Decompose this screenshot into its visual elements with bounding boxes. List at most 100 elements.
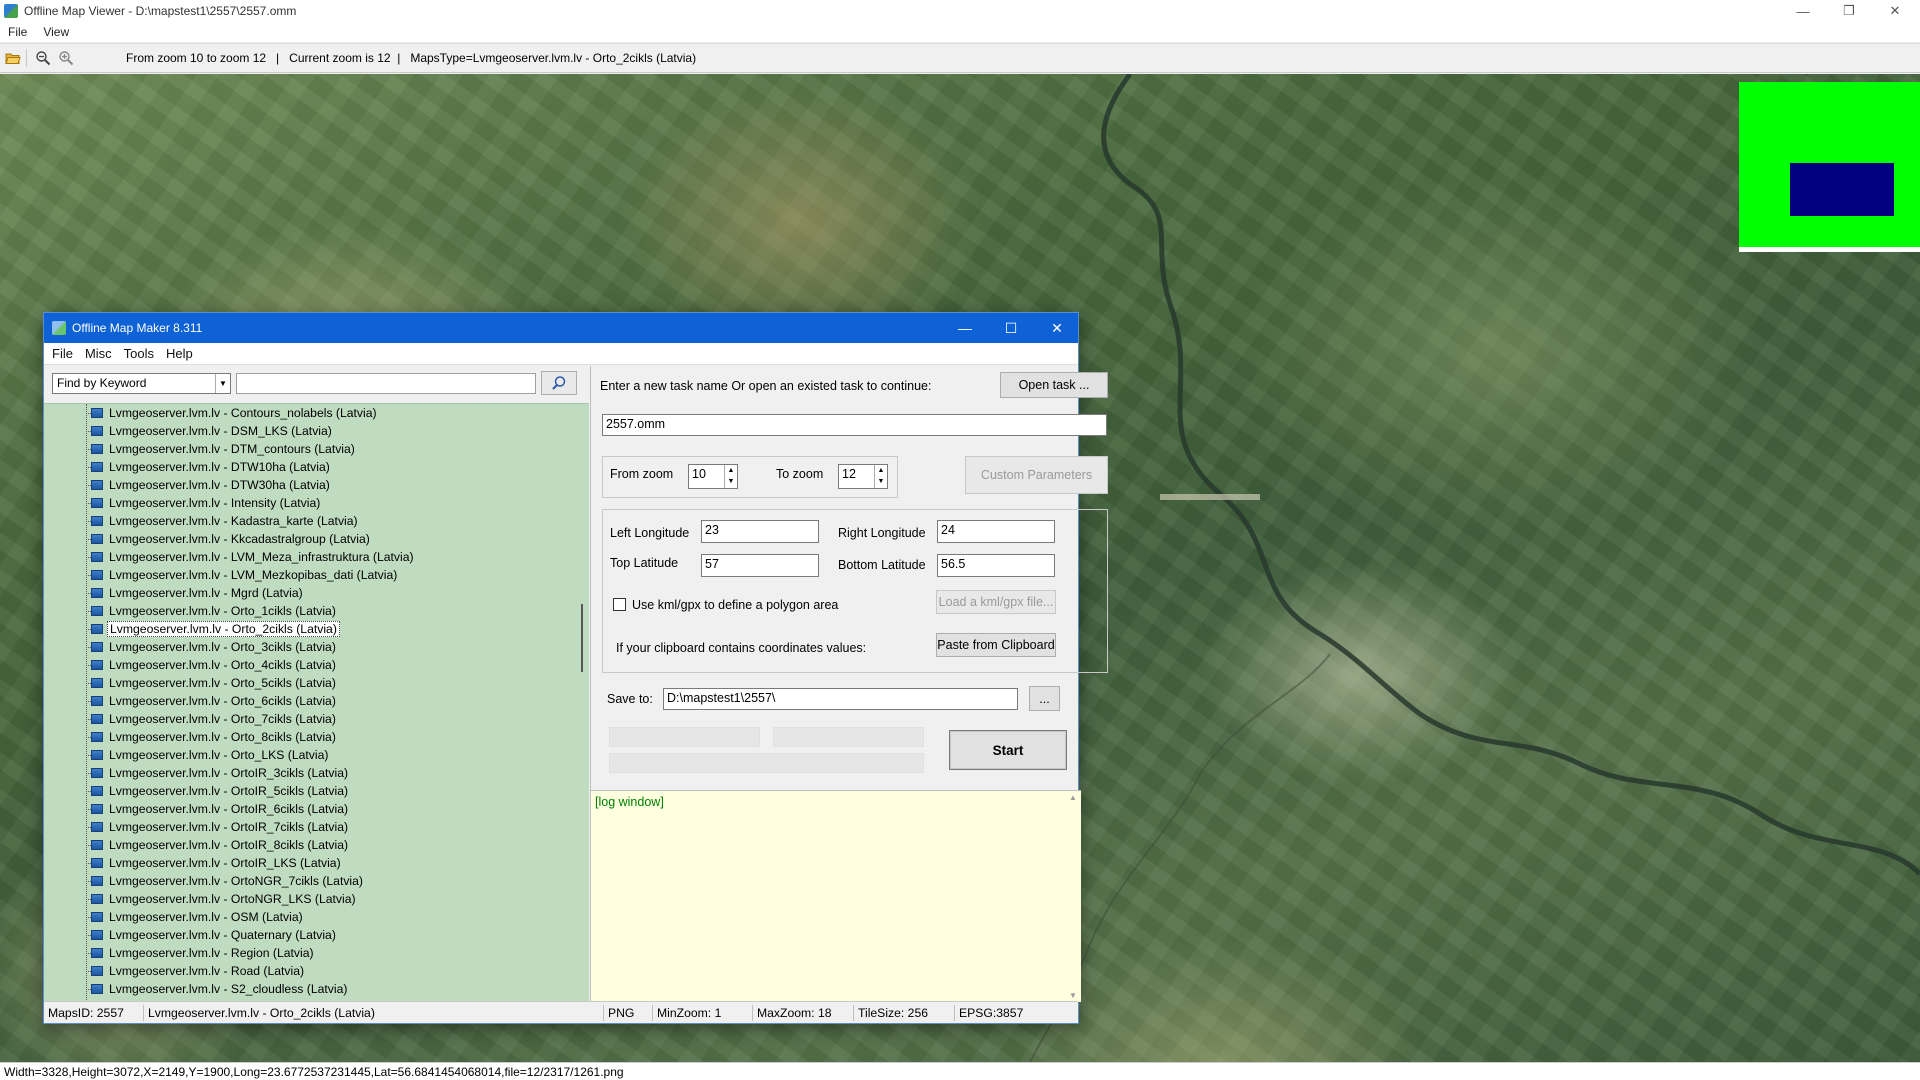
spin-down-icon[interactable]: ▼	[875, 476, 887, 487]
tree-scrollbar[interactable]	[575, 404, 589, 1001]
tree-item[interactable]: Lvmgeoserver.lvm.lv - Mgrd (Latvia)	[44, 584, 416, 602]
tree-item[interactable]: Lvmgeoserver.lvm.lv - Intensity (Latvia)	[44, 494, 416, 512]
bottom-latitude-input[interactable]: 56.5	[937, 554, 1055, 577]
tree-item[interactable]: Lvmgeoserver.lvm.lv - Road (Latvia)	[44, 962, 416, 980]
dialog-menu-file[interactable]: File	[44, 346, 79, 361]
tree-item[interactable]: Lvmgeoserver.lvm.lv - OrtoIR_7cikls (Lat…	[44, 818, 416, 836]
tree-item-label: Lvmgeoserver.lvm.lv - Intensity (Latvia)	[109, 496, 321, 510]
tree-item[interactable]: Lvmgeoserver.lvm.lv - Orto_4cikls (Latvi…	[44, 656, 416, 674]
dialog-menu-help[interactable]: Help	[160, 346, 199, 361]
log-scrollbar[interactable]: ▲ ▼	[1067, 791, 1081, 1002]
menu-file[interactable]: File	[0, 25, 35, 39]
open-task-button[interactable]: Open task ...	[1000, 372, 1108, 398]
tree-item[interactable]: Lvmgeoserver.lvm.lv - Region (Latvia)	[44, 944, 416, 962]
tree-connector	[86, 665, 91, 666]
to-zoom-input[interactable]: 12 ▲ ▼	[838, 464, 888, 489]
tree-item-label: Lvmgeoserver.lvm.lv - OrtoNGR_LKS (Latvi…	[109, 892, 356, 906]
scroll-down-icon[interactable]: ▼	[1069, 991, 1077, 1000]
tree-item[interactable]: Lvmgeoserver.lvm.lv - Kadastra_karte (La…	[44, 512, 416, 530]
dialog-minimize-button[interactable]: —	[943, 313, 987, 343]
tree-item[interactable]: Lvmgeoserver.lvm.lv - DTW10ha (Latvia)	[44, 458, 416, 476]
spin-up-icon[interactable]: ▲	[725, 465, 737, 476]
tree-item[interactable]: Lvmgeoserver.lvm.lv - Kkcadastralgroup (…	[44, 530, 416, 548]
tree-item[interactable]: Lvmgeoserver.lvm.lv - OrtoNGR_LKS (Latvi…	[44, 890, 416, 908]
tree-item-label: Lvmgeoserver.lvm.lv - OrtoIR_7cikls (Lat…	[109, 820, 349, 834]
minimap-viewport[interactable]	[1790, 163, 1894, 216]
save-to-input[interactable]: D:\mapstest1\2557\	[663, 688, 1018, 710]
map-layer-icon	[91, 552, 103, 562]
tree-item[interactable]: Lvmgeoserver.lvm.lv - LVM_Meza_infrastru…	[44, 548, 416, 566]
menu-view[interactable]: View	[35, 25, 77, 39]
start-button[interactable]: Start	[949, 730, 1067, 770]
tree-item[interactable]: Lvmgeoserver.lvm.lv - Orto_5cikls (Latvi…	[44, 674, 416, 692]
paste-clipboard-button[interactable]: Paste from Clipboard	[936, 633, 1056, 657]
tree-item[interactable]: Lvmgeoserver.lvm.lv - Orto_3cikls (Latvi…	[44, 638, 416, 656]
tree-item[interactable]: Lvmgeoserver.lvm.lv - OrtoIR_5cikls (Lat…	[44, 782, 416, 800]
tree-item[interactable]: Lvmgeoserver.lvm.lv - Orto_2cikls (Latvi…	[44, 620, 416, 638]
right-longitude-input[interactable]: 24	[937, 520, 1055, 543]
tree-scroll-thumb[interactable]	[581, 604, 583, 672]
tree-item[interactable]: Lvmgeoserver.lvm.lv - Orto_1cikls (Latvi…	[44, 602, 416, 620]
tree-connector	[86, 611, 91, 612]
tree-item[interactable]: Lvmgeoserver.lvm.lv - Orto_7cikls (Latvi…	[44, 710, 416, 728]
zoom-out-icon[interactable]	[33, 48, 53, 68]
close-button[interactable]: ✕	[1872, 0, 1918, 22]
browse-button[interactable]: ...	[1029, 686, 1060, 711]
tree-item[interactable]: Lvmgeoserver.lvm.lv - DSM_LKS (Latvia)	[44, 422, 416, 440]
tree-item[interactable]: Lvmgeoserver.lvm.lv - OrtoIR_LKS (Latvia…	[44, 854, 416, 872]
log-window[interactable]: [log window] ▲ ▼	[591, 790, 1081, 1002]
tree-connector	[86, 467, 91, 468]
map-tree[interactable]: Lvmgeoserver.lvm.lv - Contours_nolabels …	[44, 403, 589, 1001]
tree-item[interactable]: Lvmgeoserver.lvm.lv - Orto_8cikls (Latvi…	[44, 728, 416, 746]
load-kml-button[interactable]: Load a kml/gpx file...	[936, 590, 1056, 614]
tree-item[interactable]: Lvmgeoserver.lvm.lv - OrtoIR_6cikls (Lat…	[44, 800, 416, 818]
search-mode-select[interactable]: Find by Keyword ▼	[52, 373, 231, 394]
tree-item-label: Lvmgeoserver.lvm.lv - OrtoIR_3cikls (Lat…	[109, 766, 349, 780]
tree-item-label: Lvmgeoserver.lvm.lv - OrtoIR_5cikls (Lat…	[109, 784, 349, 798]
kml-checkbox[interactable]	[613, 598, 626, 611]
custom-parameters-button[interactable]: Custom Parameters	[965, 456, 1108, 494]
scroll-up-icon[interactable]: ▲	[1069, 793, 1077, 802]
tree-item-label: Lvmgeoserver.lvm.lv - Orto_LKS (Latvia)	[109, 748, 329, 762]
dialog-menu-misc[interactable]: Misc	[79, 346, 118, 361]
dialog-menu-tools[interactable]: Tools	[118, 346, 160, 361]
top-latitude-input[interactable]: 57	[701, 554, 819, 577]
open-folder-icon[interactable]	[3, 48, 23, 68]
tree-item[interactable]: Lvmgeoserver.lvm.lv - DTM_contours (Latv…	[44, 440, 416, 458]
tree-item[interactable]: Lvmgeoserver.lvm.lv - Orto_LKS (Latvia)	[44, 746, 416, 764]
search-input[interactable]	[236, 373, 536, 394]
task-name-input[interactable]: 2557.omm	[602, 414, 1107, 436]
from-zoom-input[interactable]: 10 ▲ ▼	[688, 464, 738, 489]
tree-connector	[86, 827, 91, 828]
tree-item[interactable]: Lvmgeoserver.lvm.lv - Contours_nolabels …	[44, 404, 416, 422]
to-zoom-value: 12	[842, 467, 856, 481]
tree-item[interactable]: Lvmgeoserver.lvm.lv - LVM_Mezkopibas_dat…	[44, 566, 416, 584]
left-longitude-label: Left Longitude	[610, 526, 690, 540]
tree-item[interactable]: Lvmgeoserver.lvm.lv - OrtoIR_8cikls (Lat…	[44, 836, 416, 854]
map-layer-icon	[91, 732, 103, 742]
search-button[interactable]	[541, 371, 577, 395]
chevron-down-icon[interactable]: ▼	[215, 374, 230, 393]
tree-item[interactable]: Lvmgeoserver.lvm.lv - Orto_6cikls (Latvi…	[44, 692, 416, 710]
tree-item[interactable]: Lvmgeoserver.lvm.lv - S2_cloudless (Latv…	[44, 980, 416, 998]
tree-item-label: Lvmgeoserver.lvm.lv - Orto_8cikls (Latvi…	[109, 730, 336, 744]
maximize-button[interactable]: ❐	[1826, 0, 1872, 22]
dialog-maximize-button[interactable]: ☐	[989, 313, 1033, 343]
map-tree-items: Lvmgeoserver.lvm.lv - Contours_nolabels …	[44, 404, 416, 998]
tree-item[interactable]: Lvmgeoserver.lvm.lv - Quaternary (Latvia…	[44, 926, 416, 944]
map-layer-icon	[91, 894, 103, 904]
zoom-in-icon[interactable]	[56, 48, 76, 68]
tree-item[interactable]: Lvmgeoserver.lvm.lv - OrtoIR_3cikls (Lat…	[44, 764, 416, 782]
clipboard-label: If your clipboard contains coordinates v…	[616, 641, 867, 655]
left-longitude-input[interactable]: 23	[701, 520, 819, 543]
dialog-close-button[interactable]: ✕	[1035, 313, 1079, 343]
tree-item[interactable]: Lvmgeoserver.lvm.lv - OrtoNGR_7cikls (La…	[44, 872, 416, 890]
tree-item[interactable]: Lvmgeoserver.lvm.lv - DTW30ha (Latvia)	[44, 476, 416, 494]
tree-item[interactable]: Lvmgeoserver.lvm.lv - OSM (Latvia)	[44, 908, 416, 926]
save-to-label: Save to:	[607, 692, 653, 706]
minimize-button[interactable]: —	[1780, 0, 1826, 22]
spin-up-icon[interactable]: ▲	[875, 465, 887, 476]
spin-down-icon[interactable]: ▼	[725, 476, 737, 487]
minimap[interactable]	[1739, 82, 1920, 252]
status-tile-size: TileSize: 256	[854, 1004, 955, 1021]
